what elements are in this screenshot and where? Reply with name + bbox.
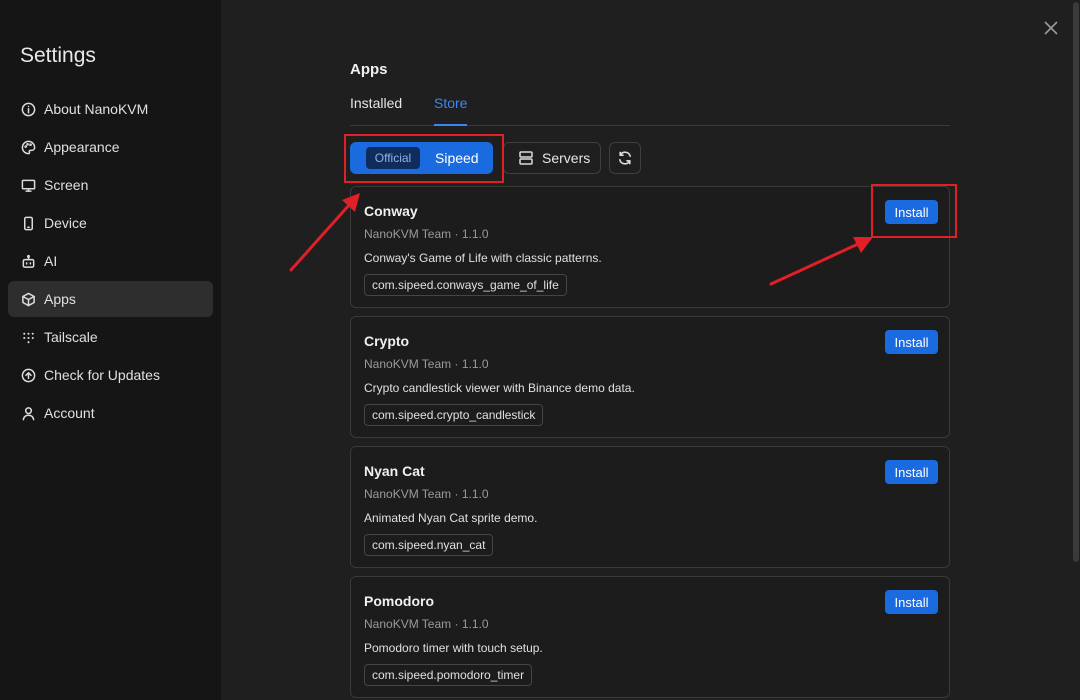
tab-installed[interactable]: Installed bbox=[350, 95, 402, 126]
sidebar-title: Settings bbox=[20, 44, 96, 67]
app-meta: NanoKVM Team · 1.1.0 bbox=[364, 227, 489, 241]
sidebar-item-label: Apps bbox=[44, 291, 76, 307]
refresh-icon bbox=[619, 151, 631, 165]
app-card-conway: Conway NanoKVM Team · 1.1.0 Conway's Gam… bbox=[350, 186, 950, 308]
annotation-highlight-box bbox=[344, 134, 504, 183]
phone-icon bbox=[20, 215, 36, 231]
app-id-tag: com.sipeed.conways_game_of_life bbox=[364, 274, 567, 296]
sidebar-item-label: AI bbox=[44, 253, 58, 269]
app-name: Pomodoro bbox=[364, 593, 434, 609]
app-card-pomodoro: Pomodoro NanoKVM Team · 1.1.0 Pomodoro t… bbox=[350, 576, 950, 698]
palette-icon bbox=[20, 139, 36, 155]
sidebar-item-label: About NanoKVM bbox=[44, 101, 149, 117]
monitor-icon bbox=[20, 177, 36, 193]
refresh-button[interactable] bbox=[609, 142, 641, 174]
server-icon bbox=[519, 151, 533, 165]
install-button-pomodoro[interactable]: Install bbox=[885, 590, 938, 614]
app-name: Conway bbox=[364, 203, 418, 219]
sidebar-item-about[interactable]: About NanoKVM bbox=[8, 91, 213, 127]
app-description: Animated Nyan Cat sprite demo. bbox=[364, 511, 538, 525]
sidebar-item-label: Check for Updates bbox=[44, 367, 160, 383]
install-button-nyan-cat[interactable]: Install bbox=[885, 460, 938, 484]
sidebar-item-tailscale[interactable]: Tailscale bbox=[8, 319, 213, 355]
servers-button-label: Servers bbox=[542, 150, 591, 166]
sidebar-item-label: Appearance bbox=[44, 139, 120, 155]
app-meta: NanoKVM Team · 1.1.0 bbox=[364, 617, 489, 631]
close-icon[interactable] bbox=[1042, 19, 1060, 37]
tab-store[interactable]: Store bbox=[434, 95, 467, 126]
app-id-tag: com.sipeed.nyan_cat bbox=[364, 534, 494, 556]
sidebar-item-account[interactable]: Account bbox=[8, 395, 213, 431]
install-button-crypto[interactable]: Install bbox=[885, 330, 938, 354]
box-icon bbox=[20, 291, 36, 307]
dots-grid-icon bbox=[20, 329, 36, 345]
app-name: Crypto bbox=[364, 333, 410, 349]
app-card-crypto: Crypto NanoKVM Team · 1.1.0 Crypto candl… bbox=[350, 316, 950, 438]
sidebar-item-label: Tailscale bbox=[44, 329, 98, 345]
sidebar-item-device[interactable]: Device bbox=[8, 205, 213, 241]
app-meta: NanoKVM Team · 1.1.0 bbox=[364, 357, 489, 371]
app-description: Crypto candlestick viewer with Binance d… bbox=[364, 381, 635, 395]
app-id-tag: com.sipeed.pomodoro_timer bbox=[364, 664, 533, 686]
scrollbar[interactable] bbox=[1072, 0, 1080, 700]
settings-sidebar: Settings About NanoKVM Appearance Screen… bbox=[0, 0, 221, 700]
app-description: Conway's Game of Life with classic patte… bbox=[364, 251, 602, 265]
user-icon bbox=[20, 405, 36, 421]
sidebar-item-ai[interactable]: AI bbox=[8, 243, 213, 279]
app-meta: NanoKVM Team · 1.1.0 bbox=[364, 487, 489, 501]
sidebar-item-label: Account bbox=[44, 405, 95, 421]
sidebar-nav: About NanoKVM Appearance Screen Device A… bbox=[8, 91, 213, 433]
sidebar-item-label: Screen bbox=[44, 177, 89, 193]
apps-tabs: Installed Store bbox=[350, 95, 950, 126]
servers-button[interactable]: Servers bbox=[503, 142, 601, 174]
sidebar-item-updates[interactable]: Check for Updates bbox=[8, 357, 213, 393]
sidebar-item-label: Device bbox=[44, 215, 87, 231]
robot-icon bbox=[20, 253, 36, 269]
upload-circle-icon bbox=[20, 367, 36, 383]
sidebar-item-appearance[interactable]: Appearance bbox=[8, 129, 213, 165]
sidebar-item-screen[interactable]: Screen bbox=[8, 167, 213, 203]
app-description: Pomodoro timer with touch setup. bbox=[364, 641, 543, 655]
app-name: Nyan Cat bbox=[364, 463, 425, 479]
info-icon bbox=[20, 101, 36, 117]
app-card-nyan-cat: Nyan Cat NanoKVM Team · 1.1.0 Animated N… bbox=[350, 446, 950, 568]
page-title: Apps bbox=[350, 61, 388, 78]
sidebar-item-apps[interactable]: Apps bbox=[8, 281, 213, 317]
app-id-tag: com.sipeed.crypto_candlestick bbox=[364, 404, 544, 426]
annotation-highlight-box bbox=[871, 184, 957, 238]
scrollbar-thumb[interactable] bbox=[1073, 2, 1079, 562]
